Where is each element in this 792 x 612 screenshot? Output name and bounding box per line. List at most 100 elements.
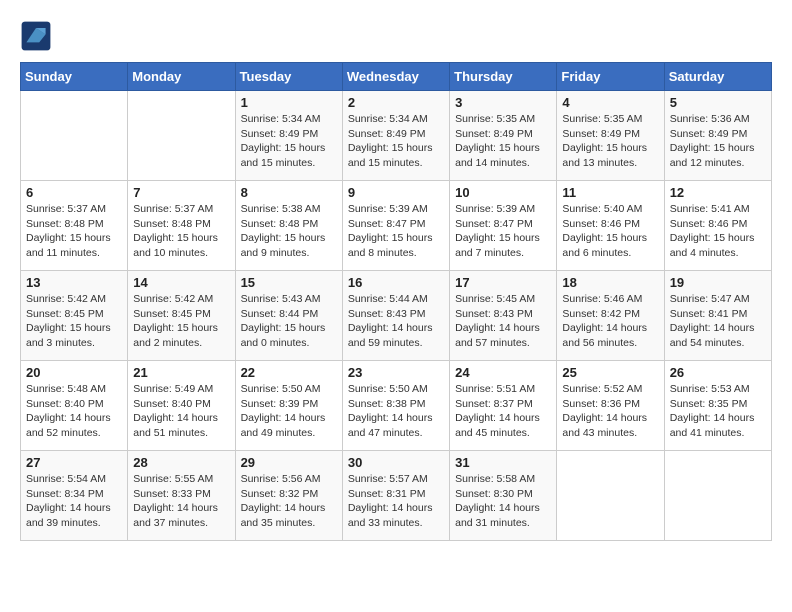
- day-number: 30: [348, 455, 444, 470]
- calendar-cell: 24 Sunrise: 5:51 AM Sunset: 8:37 PM Dayli…: [450, 361, 557, 451]
- calendar-cell: 28 Sunrise: 5:55 AM Sunset: 8:33 PM Dayli…: [128, 451, 235, 541]
- weekday-header: Monday: [128, 63, 235, 91]
- calendar-cell: 16 Sunrise: 5:44 AM Sunset: 8:43 PM Dayli…: [342, 271, 449, 361]
- day-info: Sunrise: 5:51 AM Sunset: 8:37 PM Dayligh…: [455, 382, 551, 441]
- day-number: 11: [562, 185, 658, 200]
- calendar-cell: 29 Sunrise: 5:56 AM Sunset: 8:32 PM Dayli…: [235, 451, 342, 541]
- day-number: 6: [26, 185, 122, 200]
- day-info: Sunrise: 5:45 AM Sunset: 8:43 PM Dayligh…: [455, 292, 551, 351]
- day-number: 26: [670, 365, 766, 380]
- day-info: Sunrise: 5:53 AM Sunset: 8:35 PM Dayligh…: [670, 382, 766, 441]
- calendar-cell: 1 Sunrise: 5:34 AM Sunset: 8:49 PM Daylig…: [235, 91, 342, 181]
- calendar-cell: 26 Sunrise: 5:53 AM Sunset: 8:35 PM Dayli…: [664, 361, 771, 451]
- logo-icon: [20, 20, 52, 52]
- day-number: 12: [670, 185, 766, 200]
- calendar-cell: 30 Sunrise: 5:57 AM Sunset: 8:31 PM Dayli…: [342, 451, 449, 541]
- day-info: Sunrise: 5:37 AM Sunset: 8:48 PM Dayligh…: [133, 202, 229, 261]
- day-number: 5: [670, 95, 766, 110]
- day-info: Sunrise: 5:54 AM Sunset: 8:34 PM Dayligh…: [26, 472, 122, 531]
- calendar-cell: 10 Sunrise: 5:39 AM Sunset: 8:47 PM Dayli…: [450, 181, 557, 271]
- day-info: Sunrise: 5:34 AM Sunset: 8:49 PM Dayligh…: [348, 112, 444, 171]
- day-info: Sunrise: 5:50 AM Sunset: 8:38 PM Dayligh…: [348, 382, 444, 441]
- weekday-header: Tuesday: [235, 63, 342, 91]
- day-number: 3: [455, 95, 551, 110]
- calendar-body: 1 Sunrise: 5:34 AM Sunset: 8:49 PM Daylig…: [21, 91, 772, 541]
- day-info: Sunrise: 5:57 AM Sunset: 8:31 PM Dayligh…: [348, 472, 444, 531]
- day-info: Sunrise: 5:35 AM Sunset: 8:49 PM Dayligh…: [455, 112, 551, 171]
- calendar-cell: [664, 451, 771, 541]
- calendar-cell: 7 Sunrise: 5:37 AM Sunset: 8:48 PM Daylig…: [128, 181, 235, 271]
- day-number: 13: [26, 275, 122, 290]
- calendar-cell: 4Sunrise: 5:35 AM Sunset: 8:49 PM Daylig…: [557, 91, 664, 181]
- day-number: 29: [241, 455, 337, 470]
- calendar-cell: 3 Sunrise: 5:35 AM Sunset: 8:49 PM Daylig…: [450, 91, 557, 181]
- day-info: Sunrise: 5:39 AM Sunset: 8:47 PM Dayligh…: [455, 202, 551, 261]
- day-info: Sunrise: 5:46 AM Sunset: 8:42 PM Dayligh…: [562, 292, 658, 351]
- calendar-cell: 25Sunrise: 5:52 AM Sunset: 8:36 PM Dayli…: [557, 361, 664, 451]
- calendar-cell: [557, 451, 664, 541]
- calendar-cell: 11 Sunrise: 5:40 AM Sunset: 8:46 PM Dayli…: [557, 181, 664, 271]
- weekday-header: Thursday: [450, 63, 557, 91]
- weekday-header: Wednesday: [342, 63, 449, 91]
- day-info: Sunrise: 5:41 AM Sunset: 8:46 PM Dayligh…: [670, 202, 766, 261]
- day-number: 31: [455, 455, 551, 470]
- day-info: Sunrise: 5:44 AM Sunset: 8:43 PM Dayligh…: [348, 292, 444, 351]
- day-number: 7: [133, 185, 229, 200]
- calendar-cell: 12 Sunrise: 5:41 AM Sunset: 8:46 PM Dayli…: [664, 181, 771, 271]
- day-info: Sunrise: 5:42 AM Sunset: 8:45 PM Dayligh…: [26, 292, 122, 351]
- day-info: Sunrise: 5:37 AM Sunset: 8:48 PM Dayligh…: [26, 202, 122, 261]
- day-number: 2: [348, 95, 444, 110]
- day-info: Sunrise: 5:42 AM Sunset: 8:45 PM Dayligh…: [133, 292, 229, 351]
- day-number: 19: [670, 275, 766, 290]
- calendar-cell: [128, 91, 235, 181]
- day-info: Sunrise: 5:47 AM Sunset: 8:41 PM Dayligh…: [670, 292, 766, 351]
- day-number: 17: [455, 275, 551, 290]
- day-info: Sunrise: 5:39 AM Sunset: 8:47 PM Dayligh…: [348, 202, 444, 261]
- calendar-cell: 2 Sunrise: 5:34 AM Sunset: 8:49 PM Daylig…: [342, 91, 449, 181]
- day-number: 9: [348, 185, 444, 200]
- calendar-cell: 22 Sunrise: 5:50 AM Sunset: 8:39 PM Dayli…: [235, 361, 342, 451]
- day-number: 27: [26, 455, 122, 470]
- calendar-cell: 13 Sunrise: 5:42 AM Sunset: 8:45 PM Dayli…: [21, 271, 128, 361]
- day-info: Sunrise: 5:34 AM Sunset: 8:49 PM Dayligh…: [241, 112, 337, 171]
- calendar-cell: 8Sunrise: 5:38 AM Sunset: 8:48 PM Daylig…: [235, 181, 342, 271]
- day-info: Sunrise: 5:43 AM Sunset: 8:44 PM Dayligh…: [241, 292, 337, 351]
- day-number: 24: [455, 365, 551, 380]
- day-number: 28: [133, 455, 229, 470]
- calendar-cell: 14 Sunrise: 5:42 AM Sunset: 8:45 PM Dayli…: [128, 271, 235, 361]
- day-number: 4: [562, 95, 658, 110]
- weekday-header: Friday: [557, 63, 664, 91]
- day-info: Sunrise: 5:50 AM Sunset: 8:39 PM Dayligh…: [241, 382, 337, 441]
- day-number: 16: [348, 275, 444, 290]
- calendar-cell: [21, 91, 128, 181]
- calendar-cell: 17 Sunrise: 5:45 AM Sunset: 8:43 PM Dayli…: [450, 271, 557, 361]
- calendar-header: SundayMondayTuesdayWednesdayThursdayFrid…: [21, 63, 772, 91]
- day-info: Sunrise: 5:49 AM Sunset: 8:40 PM Dayligh…: [133, 382, 229, 441]
- day-number: 15: [241, 275, 337, 290]
- page-header: [20, 20, 772, 52]
- calendar-cell: 5 Sunrise: 5:36 AM Sunset: 8:49 PM Daylig…: [664, 91, 771, 181]
- day-number: 18: [562, 275, 658, 290]
- calendar-cell: 19 Sunrise: 5:47 AM Sunset: 8:41 PM Dayli…: [664, 271, 771, 361]
- day-number: 8: [241, 185, 337, 200]
- day-info: Sunrise: 5:36 AM Sunset: 8:49 PM Dayligh…: [670, 112, 766, 171]
- day-number: 22: [241, 365, 337, 380]
- day-number: 1: [241, 95, 337, 110]
- day-info: Sunrise: 5:40 AM Sunset: 8:46 PM Dayligh…: [562, 202, 658, 261]
- calendar-cell: 9 Sunrise: 5:39 AM Sunset: 8:47 PM Daylig…: [342, 181, 449, 271]
- day-number: 10: [455, 185, 551, 200]
- day-info: Sunrise: 5:48 AM Sunset: 8:40 PM Dayligh…: [26, 382, 122, 441]
- calendar-cell: 31Sunrise: 5:58 AM Sunset: 8:30 PM Dayli…: [450, 451, 557, 541]
- weekday-header: Sunday: [21, 63, 128, 91]
- calendar-cell: 27 Sunrise: 5:54 AM Sunset: 8:34 PM Dayli…: [21, 451, 128, 541]
- calendar-cell: 15 Sunrise: 5:43 AM Sunset: 8:44 PM Dayli…: [235, 271, 342, 361]
- logo: [20, 20, 56, 52]
- calendar-cell: 18 Sunrise: 5:46 AM Sunset: 8:42 PM Dayli…: [557, 271, 664, 361]
- calendar-cell: 6 Sunrise: 5:37 AM Sunset: 8:48 PM Daylig…: [21, 181, 128, 271]
- day-info: Sunrise: 5:56 AM Sunset: 8:32 PM Dayligh…: [241, 472, 337, 531]
- day-number: 25: [562, 365, 658, 380]
- day-info: Sunrise: 5:55 AM Sunset: 8:33 PM Dayligh…: [133, 472, 229, 531]
- day-number: 20: [26, 365, 122, 380]
- day-number: 14: [133, 275, 229, 290]
- calendar-table: SundayMondayTuesdayWednesdayThursdayFrid…: [20, 62, 772, 541]
